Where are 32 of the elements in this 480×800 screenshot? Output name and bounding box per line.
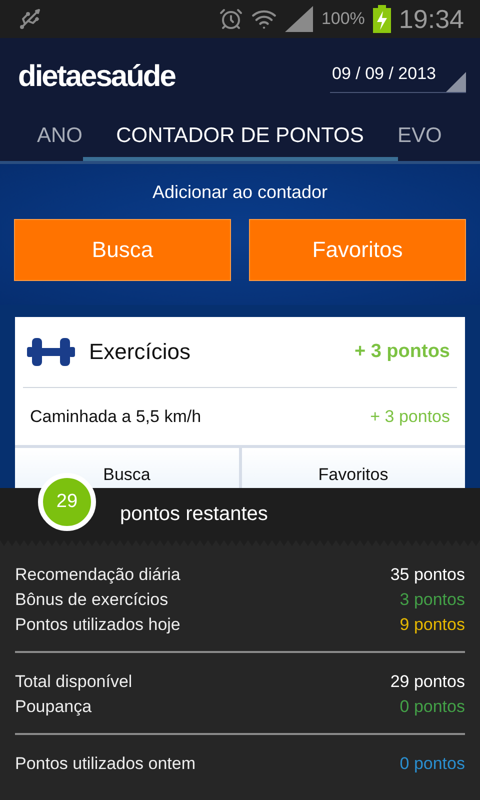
summary-value: 0 pontos: [400, 696, 465, 716]
search-button[interactable]: Busca: [15, 448, 238, 488]
summary-label: Total disponível: [15, 672, 132, 692]
dumbbell-icon: [27, 335, 75, 369]
tab[interactable]: EVO: [398, 115, 480, 161]
signal-icon: [285, 6, 314, 32]
section-title: Adicionar ao contador: [152, 182, 328, 203]
battery-charging-icon: [372, 5, 391, 33]
battery-percent: 100%: [321, 9, 365, 29]
app-logo: dietaesaúde: [18, 60, 175, 94]
summary-label: Pontos utilizados hoje: [15, 614, 180, 634]
date-picker[interactable]: 09 / 09 / 2013: [330, 60, 466, 93]
usb-icon: [18, 7, 42, 31]
exercise-points: + 3 pontos: [370, 406, 450, 426]
summary-value: 29 pontos: [390, 672, 465, 692]
summary-label: Bônus de exercícios: [15, 590, 168, 610]
alarm-icon: [219, 7, 244, 31]
summary-label: Recomendação diária: [15, 564, 180, 584]
exercise-name: Caminhada a 5,5 km/h: [30, 406, 202, 426]
summary-value: 9 pontos: [400, 614, 465, 634]
summary-label: Pontos utilizados ontem: [15, 754, 196, 774]
summary-value: 3 pontos: [400, 590, 465, 610]
summary-label: Poupança: [15, 696, 92, 716]
tab[interactable]: ANO: [0, 115, 82, 161]
card-title: Exercícios: [89, 339, 192, 365]
favorites-button[interactable]: Favoritos: [242, 448, 465, 488]
dropdown-corner-icon: [446, 72, 466, 92]
clock-time: 19:34: [398, 4, 464, 34]
summary-value: 0 pontos: [400, 754, 465, 774]
total-points: + 3 pontos: [354, 341, 450, 363]
summary-value: 35 pontos: [390, 564, 465, 584]
panel-title: pontos restantes: [120, 502, 268, 526]
